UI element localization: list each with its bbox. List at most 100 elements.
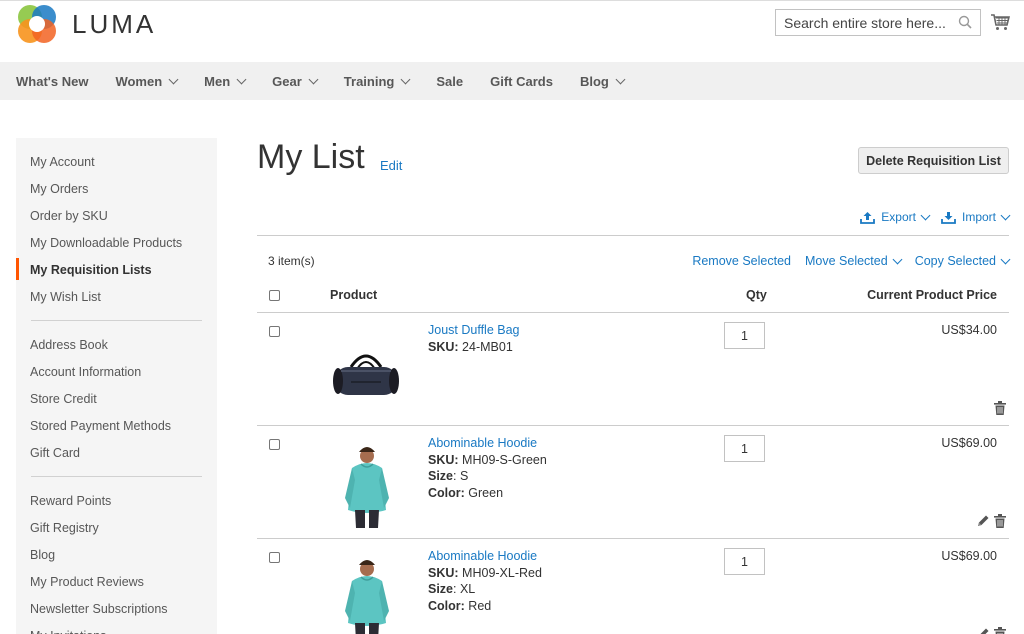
import-label: Import [961,210,996,224]
sidebar-item-my-account[interactable]: My Account [16,152,217,179]
main-navigation: What's New Women Men Gear Training Sale … [0,62,1024,100]
product-name-link[interactable]: Abominable Hoodie [428,436,537,450]
row-checkbox[interactable] [269,439,280,450]
import-export-bar: Export Import [848,210,1011,224]
pencil-icon[interactable] [977,514,990,527]
product-size: Size: XL [428,582,476,596]
nav-item-whats-new[interactable]: What's New [16,74,88,89]
sidebar-item-address-book[interactable]: Address Book [16,335,217,362]
import-dropdown[interactable]: Import [941,210,1011,224]
qty-input[interactable] [724,548,765,575]
divider [257,235,1009,236]
cart-icon[interactable] [990,13,1010,31]
size-value: XL [459,582,476,596]
nav-label: Men [204,73,231,89]
sku-value: MH09-XL-Red [462,566,542,580]
sidebar-item-blog[interactable]: Blog [16,545,217,572]
row-checkbox[interactable] [269,552,280,563]
trash-icon[interactable] [994,627,1006,634]
sidebar-item-downloadable-products[interactable]: My Downloadable Products [16,233,217,260]
product-sku: SKU: 24-MB01 [428,340,513,354]
import-icon [941,211,956,224]
select-all-checkbox[interactable] [269,290,280,301]
trash-icon[interactable] [994,401,1006,415]
copy-selected-dropdown[interactable]: Copy Selected [914,254,1011,268]
product-sku: SKU: MH09-XL-Red [428,566,542,580]
nav-item-gear[interactable]: Gear [272,74,319,89]
nav-label: Gift Cards [490,73,553,89]
product-sku: SKU: MH09-S-Green [428,453,547,467]
nav-item-training[interactable]: Training [343,73,411,89]
nav-item-men[interactable]: Men [204,73,247,89]
sidebar-item-reward-points[interactable]: Reward Points [16,491,217,518]
chevron-down-icon [1000,254,1011,264]
sidebar-item-product-reviews[interactable]: My Product Reviews [16,572,217,599]
product-color: Color: Green [428,486,503,500]
search-input[interactable] [776,10,956,35]
color-label: Color: [428,486,465,500]
duffle-bag-image[interactable] [331,327,401,417]
luma-logo[interactable]: LUMA [16,3,156,45]
nav-label: Sale [436,73,464,89]
sidebar-item-invitations[interactable]: My Invitations [16,626,217,634]
bulk-actions: Remove Selected Move Selected Copy Selec… [678,254,1011,268]
product-price: US$69.00 [941,549,997,563]
edit-list-link[interactable]: Edit [380,158,402,173]
sidebar-item-newsletter-subscriptions[interactable]: Newsletter Subscriptions [16,599,217,626]
sku-label: SKU: [428,566,459,580]
trash-icon[interactable] [994,514,1006,528]
sidebar-item-order-by-sku[interactable]: Order by SKU [16,206,217,233]
nav-label: What's New [16,73,89,89]
sidebar-item-store-credit[interactable]: Store Credit [16,389,217,416]
nav-item-women[interactable]: Women [115,73,179,89]
color-label: Color: [428,599,465,613]
column-header-price: Current Product Price [867,288,997,302]
chevron-down-icon [920,210,931,220]
column-header-qty: Qty [746,288,767,302]
chevron-down-icon [236,74,247,84]
pencil-icon[interactable] [977,627,990,634]
hoodie-image[interactable] [331,440,401,530]
nav-item-sale[interactable]: Sale [436,74,463,89]
table-row: Abominable Hoodie SKU: MH09-S-Green Size… [257,426,1009,539]
chevron-down-icon [615,74,626,84]
sidebar-item-requisition-lists: My Requisition Lists [16,258,217,287]
nav-label: Blog [579,73,609,89]
export-dropdown[interactable]: Export [860,210,931,224]
move-selected-dropdown[interactable]: Move Selected [805,254,903,268]
sidebar-item-stored-payment-methods[interactable]: Stored Payment Methods [16,416,217,443]
chevron-down-icon [892,254,903,264]
sidebar-item-gift-registry[interactable]: Gift Registry [16,518,217,545]
delete-requisition-list-button[interactable]: Delete Requisition List [858,147,1009,174]
product-name-link[interactable]: Abominable Hoodie [428,549,537,563]
product-name-link[interactable]: Joust Duffle Bag [428,323,520,337]
sidebar-item-gift-card[interactable]: Gift Card [16,443,217,470]
sku-label: SKU: [428,453,459,467]
search-icon[interactable] [958,15,972,29]
page-title: My List [257,138,365,176]
account-sidebar: My Account My Orders Order by SKU My Dow… [16,138,217,634]
product-price: US$34.00 [941,323,997,337]
sidebar-item-wish-list[interactable]: My Wish List [16,287,217,314]
nav-item-gift-cards[interactable]: Gift Cards [490,74,553,89]
color-value: Green [468,486,504,500]
copy-selected-label: Copy Selected [914,254,996,268]
sku-value: MH09-S-Green [462,453,547,467]
table-row: Joust Duffle Bag SKU: 24-MB01 US$34.00 [257,313,1009,426]
hoodie-image[interactable] [331,553,401,634]
size-label: Size [428,469,454,483]
chevron-down-icon [168,74,179,84]
page-header: LUMA [0,0,1024,62]
sidebar-item-account-information[interactable]: Account Information [16,362,217,389]
nav-label: Training [343,73,395,89]
qty-input[interactable] [724,322,765,349]
sidebar-item-my-orders[interactable]: My Orders [16,179,217,206]
nav-item-blog[interactable]: Blog [579,73,626,89]
qty-input[interactable] [724,435,765,462]
nav-label: Women [115,73,163,89]
chevron-down-icon [400,74,411,84]
sidebar-divider [31,476,202,477]
row-checkbox[interactable] [269,326,280,337]
product-price: US$69.00 [941,436,997,450]
remove-selected-link[interactable]: Remove Selected [692,254,791,268]
